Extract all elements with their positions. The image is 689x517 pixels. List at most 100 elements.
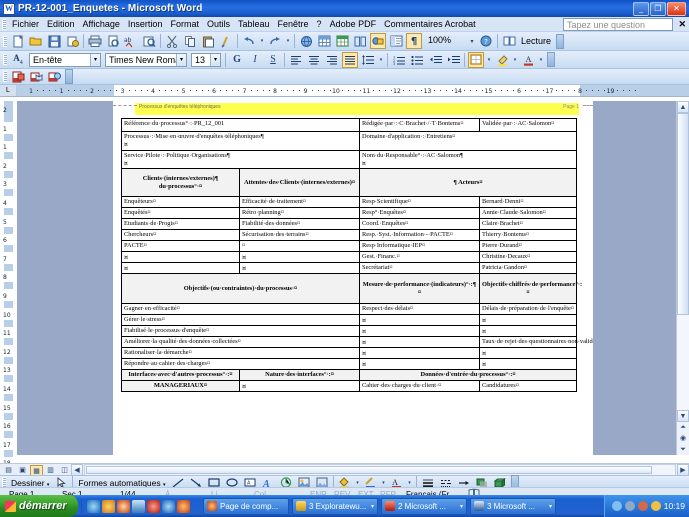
table-row[interactable]: Répondre·au·cahier·des·charges¤ ¤ ¤ — [120, 358, 578, 370]
align-left-icon[interactable] — [288, 52, 304, 68]
start-button[interactable]: démarrer — [0, 495, 78, 517]
convert-to-pdf-icon[interactable] — [10, 69, 26, 85]
cell-objective[interactable]: Gagner·en·efficacité¤ — [120, 303, 361, 315]
table-row[interactable]: Enquêteurs¤ Efficacité·de·traitement¤ Re… — [121, 196, 578, 208]
show-hidden-icons-icon[interactable] — [611, 501, 622, 511]
cell-measure[interactable]: ¤ — [359, 336, 481, 348]
borders-dropdown-icon[interactable]: ▾ — [486, 52, 492, 68]
table-row[interactable]: Chercheurs¤ Sécurisation·des·terrains¤ R… — [121, 229, 578, 241]
document-map-icon[interactable] — [388, 33, 404, 49]
taskbar-item-acrobat[interactable]: 2 Microsoft ... ▾ — [381, 497, 467, 515]
cell-measure[interactable]: ¤ — [359, 325, 481, 337]
cell-expectation[interactable]: ¤ — [238, 262, 361, 274]
permission-icon[interactable] — [64, 33, 80, 49]
reading-layout-icon[interactable] — [501, 33, 517, 49]
cell-objective[interactable]: Répondre·au·cahier·des·charges¤ — [120, 358, 361, 370]
cell-person[interactable]: Claire·Brachet¤ — [479, 218, 578, 230]
cell-validated-by[interactable]: Validée·par·:·AC·Salomon¤ — [479, 118, 578, 132]
taskbar-item-word[interactable]: 3 Microsoft ... ▾ — [470, 497, 556, 515]
clock[interactable]: 10:19 — [664, 501, 685, 511]
columns-icon[interactable] — [352, 33, 368, 49]
align-center-icon[interactable] — [306, 52, 322, 68]
menu-fenetre[interactable]: Fenêtre — [274, 18, 313, 30]
decrease-indent-icon[interactable] — [427, 52, 443, 68]
select-browse-object-icon[interactable]: ◉ — [677, 433, 689, 444]
cell-expectation[interactable]: Fiabilité·des·données¤ — [238, 218, 361, 230]
cell-service[interactable]: Service·Pilote·:·Politique·Organisations… — [120, 149, 361, 169]
winamp-icon[interactable] — [132, 499, 145, 513]
ask-a-question-input[interactable]: Tapez une question — [563, 18, 673, 31]
underline-button[interactable]: S — [265, 52, 281, 68]
style-dropdown-icon[interactable]: ▾ — [90, 53, 100, 66]
cell-objective[interactable]: Gérer·le·stress¤ — [120, 314, 361, 326]
table-row-service[interactable]: Service·Pilote·:·Politique·Organisations… — [120, 149, 578, 169]
cell-target[interactable]: Délais·de·préparation·de·l'enquête¤ — [479, 303, 578, 315]
paste-icon[interactable] — [200, 33, 216, 49]
italic-button[interactable]: I — [247, 52, 263, 68]
cell-role[interactable]: Resp·Informatique·IEP¤ — [359, 240, 481, 252]
highlight-color-icon[interactable] — [494, 52, 510, 68]
font-color-dropdown-icon[interactable]: ▾ — [538, 52, 544, 68]
cell-measure[interactable]: ¤ — [359, 314, 481, 326]
print-preview-icon[interactable] — [105, 33, 121, 49]
autoshapes-menu-button[interactable]: Formes automatiques ▾ — [75, 478, 168, 488]
menu-format[interactable]: Format — [166, 18, 203, 30]
menu-aide[interactable]: ? — [313, 18, 326, 30]
cell-role[interactable]: Resp°·Enquêtes¤ — [359, 207, 481, 219]
standard-toolbar-grip[interactable] — [3, 35, 7, 47]
menu-edition[interactable]: Edition — [43, 18, 79, 30]
cell-person[interactable]: Annie·Claude·Salomon¤ — [479, 207, 578, 219]
cell-client[interactable]: ¤ — [121, 262, 240, 274]
horizontal-scroll-thumb[interactable] — [86, 466, 653, 474]
new-document-icon[interactable] — [10, 33, 26, 49]
insert-excel-sheet-icon[interactable] — [334, 33, 350, 49]
print-layout-view-icon[interactable]: ▦ — [30, 464, 43, 476]
style-combobox[interactable]: En-tête ▾ — [29, 52, 101, 67]
font-color-icon[interactable]: A — [520, 52, 536, 68]
cell-expectation[interactable]: ¤ — [238, 251, 361, 263]
internet-explorer-icon[interactable] — [87, 499, 100, 513]
taskbar-item-explorer[interactable]: 3 Exploratewu... ▾ — [292, 497, 378, 515]
cell-target[interactable]: ¤ — [479, 314, 578, 326]
cell-person[interactable]: Pierre·Durand¤ — [479, 240, 578, 252]
cell-role[interactable]: Resp·Scientifique¤ — [359, 196, 481, 208]
redo-dropdown-icon[interactable]: ▾ — [285, 33, 291, 49]
align-right-icon[interactable] — [324, 52, 340, 68]
cell-person[interactable]: Christine·Decaux¤ — [479, 251, 578, 263]
copy-icon[interactable] — [182, 33, 198, 49]
cell-process[interactable]: Processus·:·Mise·en·œuvre·d'enquêtes·tél… — [120, 131, 361, 151]
table-row-process[interactable]: Processus·:·Mise·en·œuvre·d'enquêtes·tél… — [120, 131, 578, 151]
table-row[interactable]: Gagner·en·efficacité¤ Respect·des·délais… — [120, 303, 578, 315]
vertical-ruler[interactable]: 21123456789101112131415161718 — [0, 101, 17, 476]
undo-dropdown-icon[interactable]: ▾ — [259, 33, 265, 49]
print-icon[interactable] — [87, 33, 103, 49]
firefox-icon[interactable] — [177, 499, 190, 513]
styles-and-formatting-icon[interactable]: A4 — [10, 52, 26, 68]
cell-person[interactable]: Patricia·Gandon¤ — [479, 262, 578, 274]
cell-input-a[interactable]: Cahier·des·charges·du·client·¤ — [359, 380, 481, 392]
spelling-check-icon[interactable]: ab — [123, 33, 139, 49]
menu-affichage[interactable]: Affichage — [79, 18, 124, 30]
line-spacing-icon[interactable] — [360, 52, 376, 68]
ruler-scale[interactable]: 1 1 2 3 4 5 6 7 8 9 10 11 12 13 14 15 6 17 8 19 — [17, 85, 689, 96]
cell-target[interactable]: ¤ — [479, 358, 578, 370]
cell-objective[interactable]: Rationaliser·la·démarche¤ — [120, 347, 361, 359]
opera-icon[interactable] — [117, 499, 130, 513]
formatting-toolbar-grip[interactable] — [3, 54, 7, 65]
minimize-button[interactable]: _ — [633, 1, 649, 16]
drawing-icon[interactable] — [370, 33, 386, 49]
scroll-up-button[interactable]: ▲ — [677, 101, 689, 113]
convert-and-review-pdf-icon[interactable] — [46, 69, 62, 85]
tab-stop-selector[interactable]: L — [0, 85, 17, 96]
reading-layout-label[interactable]: Lecture — [518, 36, 554, 46]
cell-person[interactable]: Bernard·Denni¤ — [479, 196, 578, 208]
menu-grip[interactable] — [2, 18, 6, 30]
explorer-icon[interactable] — [162, 499, 175, 513]
cell-expectation[interactable]: Rétro·planning¤ — [238, 207, 361, 219]
horizontal-ruler[interactable]: L 1 1 2 3 4 5 6 7 8 9 10 11 12 13 14 15 6 17 8 19 — [0, 85, 689, 97]
cell-role[interactable]: Resp.·Syst.·Information·-·PACTE¤ — [359, 229, 481, 241]
menu-insertion[interactable]: Insertion — [124, 18, 167, 30]
open-folder-icon[interactable] — [28, 33, 44, 49]
cell-written-by[interactable]: Rédigée·par·:·C·Brachet·/·T·Bontems¤ — [359, 118, 481, 132]
formatting-toolbar-overflow[interactable] — [547, 52, 555, 67]
